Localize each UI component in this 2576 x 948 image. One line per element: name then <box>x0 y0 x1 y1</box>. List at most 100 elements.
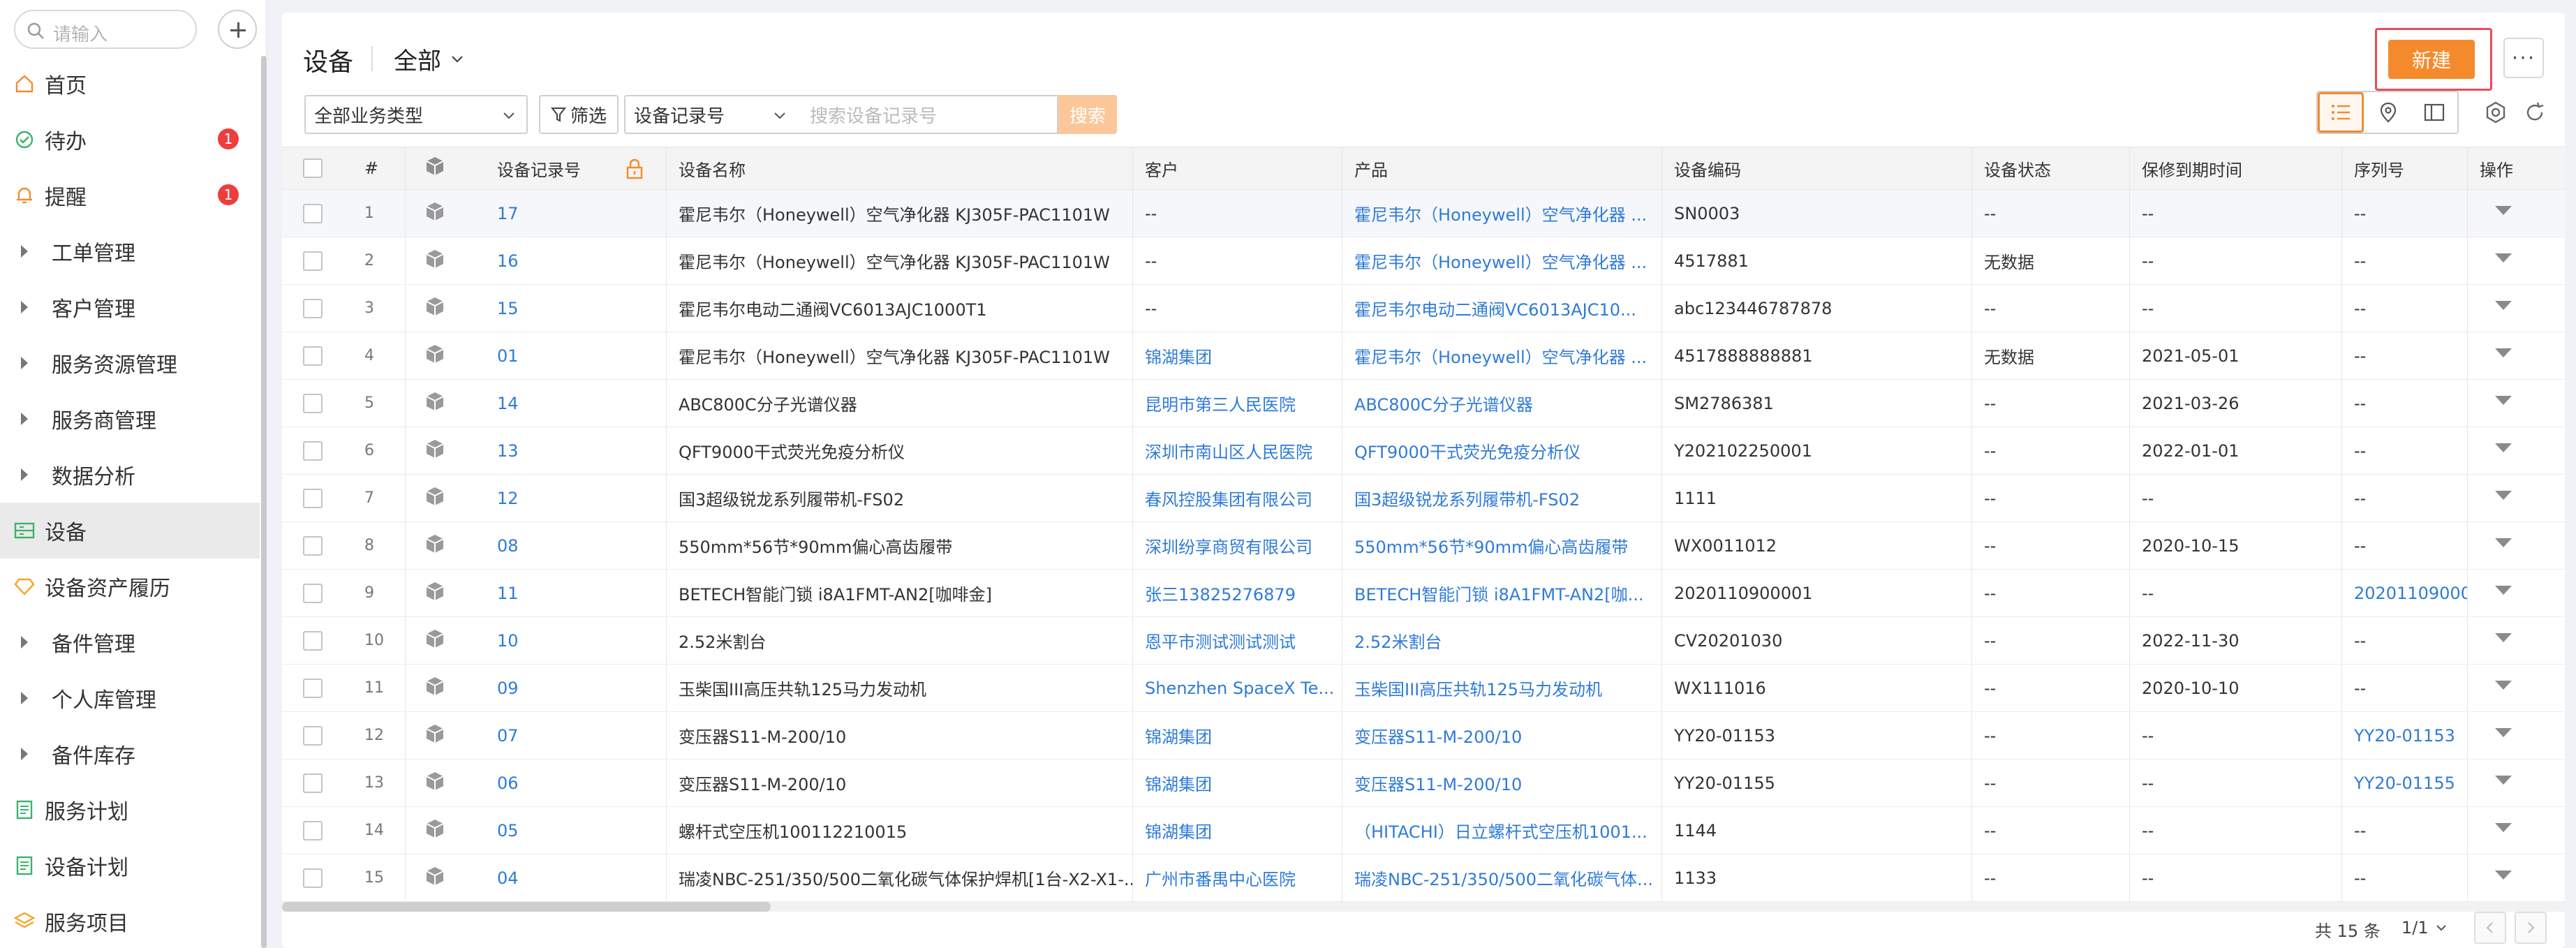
cell-serial[interactable]: YY20-01153 <box>2341 712 2467 759</box>
more-button[interactable]: ··· <box>2503 38 2544 78</box>
row-action-dropdown-icon[interactable] <box>2495 491 2512 500</box>
refresh-icon[interactable] <box>2523 101 2547 124</box>
row-action-dropdown-icon[interactable] <box>2495 301 2512 310</box>
row-checkbox[interactable] <box>303 868 323 888</box>
table-row[interactable]: 14 05 螺杆式空压机100112210015 锦湖集团 （HITACHI）日立螺杆式… <box>282 807 2565 854</box>
row-checkbox[interactable] <box>303 820 323 840</box>
sidebar-item-6[interactable]: 服务商管理 <box>0 391 260 447</box>
view-selector[interactable]: 全部 <box>394 42 464 76</box>
cell-rec[interactable]: 06 <box>484 760 666 806</box>
next-page-button[interactable] <box>2515 912 2547 944</box>
sidebar-item-14[interactable]: 设备计划 <box>0 838 260 894</box>
row-action-dropdown-icon[interactable] <box>2495 871 2512 880</box>
cell-product[interactable]: 550mm*56节*90mm偏心高齿履带 <box>1342 522 1661 569</box>
cell-customer[interactable]: 锦湖集团 <box>1132 760 1342 806</box>
lock-icon[interactable] <box>626 158 644 182</box>
row-checkbox[interactable] <box>303 630 323 651</box>
sidebar-item-4[interactable]: 客户管理 <box>0 279 260 335</box>
cell-customer[interactable]: 深圳市南山区人民医院 <box>1132 427 1342 474</box>
row-action-dropdown-icon[interactable] <box>2495 823 2512 832</box>
cell-customer[interactable]: 昆明市第三人民医院 <box>1132 380 1342 427</box>
new-button[interactable]: 新建 <box>2388 40 2475 79</box>
sidebar-search-input[interactable]: 请输入 <box>14 10 197 49</box>
sidebar-item-0[interactable]: 首页 <box>0 56 260 112</box>
cell-serial[interactable]: YY20-01155 <box>2341 760 2467 806</box>
row-action-dropdown-icon[interactable] <box>2495 253 2512 262</box>
cell-product[interactable]: 变压器S11-M-200/10 <box>1342 712 1661 759</box>
prev-page-button[interactable] <box>2474 912 2506 944</box>
cell-product[interactable]: QFT9000干式荧光免疫分析仪 <box>1342 427 1661 474</box>
cell-product[interactable]: 变压器S11-M-200/10 <box>1342 760 1661 806</box>
row-checkbox[interactable] <box>303 346 323 366</box>
cell-rec[interactable]: 05 <box>484 807 666 854</box>
select-all-checkbox[interactable] <box>303 158 323 178</box>
row-checkbox[interactable] <box>303 298 323 318</box>
row-action-dropdown-icon[interactable] <box>2495 443 2512 452</box>
row-checkbox[interactable] <box>303 440 323 461</box>
add-icon[interactable] <box>218 10 257 49</box>
table-scrollbar-thumb[interactable] <box>282 902 771 912</box>
cell-product[interactable]: 2.52米割台 <box>1342 617 1661 664</box>
cell-customer[interactable]: 春风控股集团有限公司 <box>1132 475 1342 521</box>
table-row[interactable]: 11 09 玉柴国III高压共轨125马力发动机 Shenzhen SpaceX Te… <box>282 665 2565 712</box>
row-action-dropdown-icon[interactable] <box>2495 396 2512 405</box>
cell-product[interactable]: ABC800C分子光谱仪器 <box>1342 380 1661 427</box>
table-row[interactable]: 6 13 QFT9000干式荧光免疫分析仪 深圳市南山区人民医院 QFT9000干式荧光… <box>282 427 2565 475</box>
row-checkbox[interactable] <box>303 535 323 556</box>
row-checkbox[interactable] <box>303 203 323 223</box>
table-row[interactable]: 12 07 变压器S11-M-200/10 锦湖集团 变压器S11-M-200/10 YY… <box>282 712 2565 760</box>
cell-product[interactable]: BETECH智能门锁 i8A1FMT-AN2[咖... <box>1342 570 1661 616</box>
row-checkbox[interactable] <box>303 488 323 508</box>
row-checkbox[interactable] <box>303 773 323 793</box>
sidebar-item-11[interactable]: 个人库管理 <box>0 670 260 726</box>
table-row[interactable]: 13 06 变压器S11-M-200/10 锦湖集团 变压器S11-M-200/10 YY… <box>282 760 2565 807</box>
table-row[interactable]: 15 04 瑞凌NBC-251/350/500二氧化碳气体保护焊机[1台-X2-X1… <box>282 854 2565 902</box>
cell-customer[interactable]: 恩平市测试测试测试 <box>1132 617 1342 664</box>
row-checkbox[interactable] <box>303 393 323 413</box>
table-row[interactable]: 5 14 ABC800C分子光谱仪器 昆明市第三人民医院 ABC800C分子光谱仪器 SM… <box>282 380 2565 427</box>
cell-rec[interactable]: 07 <box>484 712 666 759</box>
table-row[interactable]: 10 10 2.52米割台 恩平市测试测试测试 2.52米割台 CV20201030 -- 2… <box>282 617 2565 665</box>
row-checkbox[interactable] <box>303 725 323 746</box>
cell-rec[interactable]: 08 <box>484 522 666 569</box>
cell-rec[interactable]: 14 <box>484 380 666 427</box>
cell-rec[interactable]: 12 <box>484 475 666 521</box>
cell-customer[interactable]: 锦湖集团 <box>1132 807 1342 854</box>
row-action-dropdown-icon[interactable] <box>2495 348 2512 357</box>
cell-rec[interactable]: 17 <box>484 190 666 237</box>
device-search-input[interactable]: 搜索设备记录号 <box>797 95 1058 134</box>
cell-product[interactable]: 国3超级锐龙系列履带机-FS02 <box>1342 475 1661 521</box>
table-row[interactable]: 4 01 霍尼韦尔（Honeywell）空气净化器 KJ305F-PAC1101W 锦… <box>282 332 2565 380</box>
table-row[interactable]: 9 11 BETECH智能门锁 i8A1FMT-AN2[咖啡金] 张三13825276… <box>282 570 2565 617</box>
cell-rec[interactable]: 09 <box>484 665 666 711</box>
map-pin-icon[interactable] <box>2365 92 2411 133</box>
row-checkbox[interactable] <box>303 251 323 271</box>
sidebar-scrollbar[interactable] <box>261 56 267 948</box>
table-row[interactable]: 2 16 霍尼韦尔（Honeywell）空气净化器 KJ305F-PAC1101W -… <box>282 237 2565 285</box>
list-view-icon[interactable] <box>2318 92 2364 133</box>
pager-page-select[interactable]: 1/1 <box>2401 914 2462 941</box>
cell-serial[interactable]: 2020110900001 <box>2341 570 2467 616</box>
search-button[interactable]: 搜索 <box>1058 95 1117 134</box>
cell-rec[interactable]: 16 <box>484 237 666 284</box>
row-checkbox[interactable] <box>303 678 323 698</box>
cell-customer[interactable]: 锦湖集团 <box>1132 332 1342 379</box>
row-action-dropdown-icon[interactable] <box>2495 728 2512 737</box>
sidebar-scrollbar-thumb[interactable] <box>261 56 267 948</box>
settings-icon[interactable] <box>2484 101 2508 124</box>
sidebar-item-15[interactable]: 服务项目 <box>0 894 260 948</box>
sidebar-item-3[interactable]: 工单管理 <box>0 223 260 279</box>
sidebar-item-7[interactable]: 数据分析 <box>0 447 260 503</box>
sidebar-item-13[interactable]: 服务计划 <box>0 782 260 838</box>
sidebar-item-12[interactable]: 备件库存 <box>0 726 260 782</box>
split-view-icon[interactable] <box>2411 92 2457 133</box>
cell-product[interactable]: 霍尼韦尔电动二通阀VC6013AJC10... <box>1342 285 1661 332</box>
table-horizontal-scrollbar[interactable] <box>282 902 2565 912</box>
cell-product[interactable]: 霍尼韦尔（Honeywell）空气净化器 ... <box>1342 190 1661 237</box>
sidebar-item-9[interactable]: 设备资产履历 <box>0 558 260 614</box>
sidebar-item-2[interactable]: 提醒 1 <box>0 168 260 223</box>
table-row[interactable]: 8 08 550mm*56节*90mm偏心高齿履带 深圳纷享商贸有限公司 550mm*5… <box>282 522 2565 570</box>
cell-product[interactable]: 霍尼韦尔（Honeywell）空气净化器 ... <box>1342 237 1661 284</box>
row-action-dropdown-icon[interactable] <box>2495 206 2512 215</box>
sidebar-item-8[interactable]: 设备 <box>0 503 260 558</box>
